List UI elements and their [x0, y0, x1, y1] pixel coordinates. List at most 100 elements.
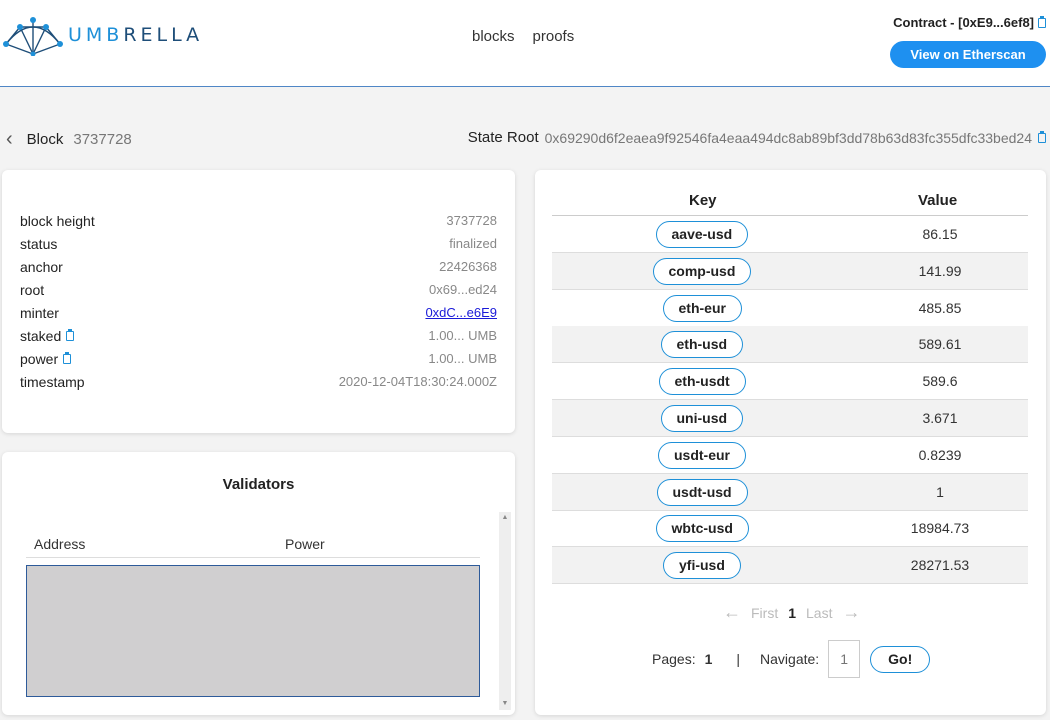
info-key: timestamp: [20, 374, 85, 390]
info-row-status: status finalized: [20, 236, 497, 252]
pager-current[interactable]: 1: [788, 605, 796, 621]
view-on-etherscan-button[interactable]: View on Etherscan: [890, 41, 1046, 68]
value-cell: 589.61: [918, 336, 962, 353]
pages-label: Pages:: [652, 651, 696, 667]
state-root-label: State Root: [467, 129, 539, 146]
info-row-minter: minter 0xdC...e6E9: [20, 305, 497, 321]
copy-icon[interactable]: [1038, 130, 1046, 143]
contract-label: Contract - [0xE9...6ef8]: [893, 15, 1034, 30]
navigate-label: Navigate:: [760, 651, 820, 667]
nav-blocks[interactable]: blocks: [472, 28, 515, 45]
info-value: 22426368: [439, 259, 497, 274]
info-key: staked: [20, 328, 62, 344]
arrow-right-icon[interactable]: →: [842, 602, 860, 623]
breadcrumb: ‹ Block 3737728: [6, 129, 132, 149]
value-cell: 485.85: [918, 299, 962, 316]
nav-proofs[interactable]: proofs: [533, 28, 575, 45]
table-row: usdt-usd 1: [552, 473, 1028, 511]
info-key: block height: [20, 213, 95, 229]
table-row: eth-usd 589.61: [552, 326, 1028, 364]
contract-address: Contract - [0xE9...6ef8]: [893, 15, 1046, 30]
validators-table-header: Address Power: [26, 536, 480, 558]
info-row-power: power 1.00... UMB: [20, 351, 497, 367]
scroll-up-icon[interactable]: ▲: [499, 512, 511, 524]
navigate-input[interactable]: [828, 640, 861, 678]
info-key-wrap: power: [20, 351, 72, 367]
scroll-down-icon[interactable]: ▼: [499, 698, 511, 710]
copy-icon[interactable]: [1038, 15, 1046, 28]
info-key: status: [20, 236, 58, 252]
table-row: yfi-usd 28271.53: [552, 547, 1028, 585]
state-root: State Root 0x69290d6f2eaea9f92546fa4eaa4…: [468, 129, 1046, 146]
key-pill-button[interactable]: comp-usd: [652, 257, 752, 285]
logo-text-part: UMB: [68, 24, 124, 46]
block-number: 3737728: [73, 130, 132, 148]
copy-icon[interactable]: [63, 352, 72, 364]
state-root-hash: 0x69290d6f2eaea9f92546fa4eaa494dc8ab89bf…: [544, 129, 1032, 146]
info-row-timestamp: timestamp 2020-12-04T18:30:24.000Z: [20, 374, 497, 390]
pager-first[interactable]: First: [751, 605, 778, 621]
info-value: 3737728: [446, 213, 497, 228]
value-cell: 141.99: [918, 262, 962, 279]
copy-icon[interactable]: [66, 329, 75, 341]
key-pill-button[interactable]: yfi-usd: [663, 552, 741, 580]
table-row: comp-usd 141.99: [552, 252, 1028, 290]
table-row: eth-usdt 589.6: [552, 363, 1028, 401]
info-key: root: [20, 282, 45, 298]
info-key: minter: [20, 305, 59, 321]
column-address: Address: [34, 536, 86, 552]
key-pill-button[interactable]: eth-usdt: [658, 368, 746, 396]
value-cell: 0.8239: [918, 446, 962, 463]
table-row: aave-usd 86.15: [552, 216, 1028, 253]
validators-scrollbar[interactable]: ▲ ▼: [499, 512, 511, 710]
key-pill-button[interactable]: wbtc-usd: [655, 515, 749, 543]
minter-link[interactable]: 0xdC...e6E9: [425, 305, 497, 321]
info-row-anchor: anchor 22426368: [20, 259, 497, 275]
value-cell: 589.6: [922, 373, 958, 390]
info-value: 2020-12-04T18:30:24.000Z: [338, 374, 497, 389]
key-pill-button[interactable]: aave-usd: [655, 221, 749, 248]
main-nav: blocks proofs: [472, 28, 574, 45]
info-value: 0x69...ed24: [429, 282, 497, 297]
pagination: ← First 1 Last →: [723, 602, 860, 623]
pages-navigate: Pages: 1 | Navigate: Go!: [652, 640, 931, 678]
column-power: Power: [285, 536, 325, 552]
key-pill-button[interactable]: usdt-eur: [658, 441, 746, 469]
info-row-block-height: block height 3737728: [20, 213, 497, 229]
value-cell: 3.671: [922, 410, 958, 426]
table-row: eth-eur 485.85: [552, 290, 1028, 327]
validators-list-area: [26, 565, 480, 697]
validators-card: Validators Address Power ▲ ▼: [2, 452, 515, 715]
value-cell: 86.15: [922, 226, 958, 242]
info-row-staked: staked 1.00... UMB: [20, 328, 497, 344]
value-cell: 1: [936, 483, 944, 500]
arrow-left-icon[interactable]: ←: [723, 602, 741, 623]
info-key-wrap: staked: [20, 328, 75, 344]
info-value: 1.00... UMB: [428, 328, 497, 343]
umbrella-logo-icon: [3, 17, 63, 56]
key-pill-button[interactable]: usdt-usd: [656, 478, 748, 506]
pager-last[interactable]: Last: [806, 605, 832, 621]
info-row-root: root 0x69...ed24: [20, 282, 497, 298]
logo-text: UMBRELLA: [68, 24, 203, 46]
logo-text-part: RELLA: [123, 24, 204, 46]
pages-separator: |: [736, 651, 741, 667]
column-value: Value: [918, 192, 958, 209]
top-header: UMBRELLA blocks proofs Contract - [0xE9.…: [0, 0, 1050, 87]
info-key: power: [20, 351, 59, 367]
info-value: finalized: [449, 236, 497, 251]
key-pill-button[interactable]: eth-eur: [662, 294, 742, 322]
column-key: Key: [689, 192, 717, 209]
kv-table-header: Key Value: [552, 192, 1028, 216]
info-key: anchor: [20, 259, 63, 275]
info-value: 1.00... UMB: [428, 351, 497, 366]
table-row: wbtc-usd 18984.73: [552, 510, 1028, 548]
go-button[interactable]: Go!: [870, 645, 931, 673]
value-cell: 28271.53: [910, 557, 970, 574]
back-arrow-icon[interactable]: ‹: [6, 129, 13, 149]
block-info-card: block height 3737728 status finalized an…: [2, 170, 515, 433]
table-row: usdt-eur 0.8239: [552, 437, 1028, 474]
umbrella-logo[interactable]: UMBRELLA: [2, 14, 203, 56]
key-pill-button[interactable]: uni-usd: [660, 405, 744, 432]
key-pill-button[interactable]: eth-usd: [660, 331, 744, 359]
